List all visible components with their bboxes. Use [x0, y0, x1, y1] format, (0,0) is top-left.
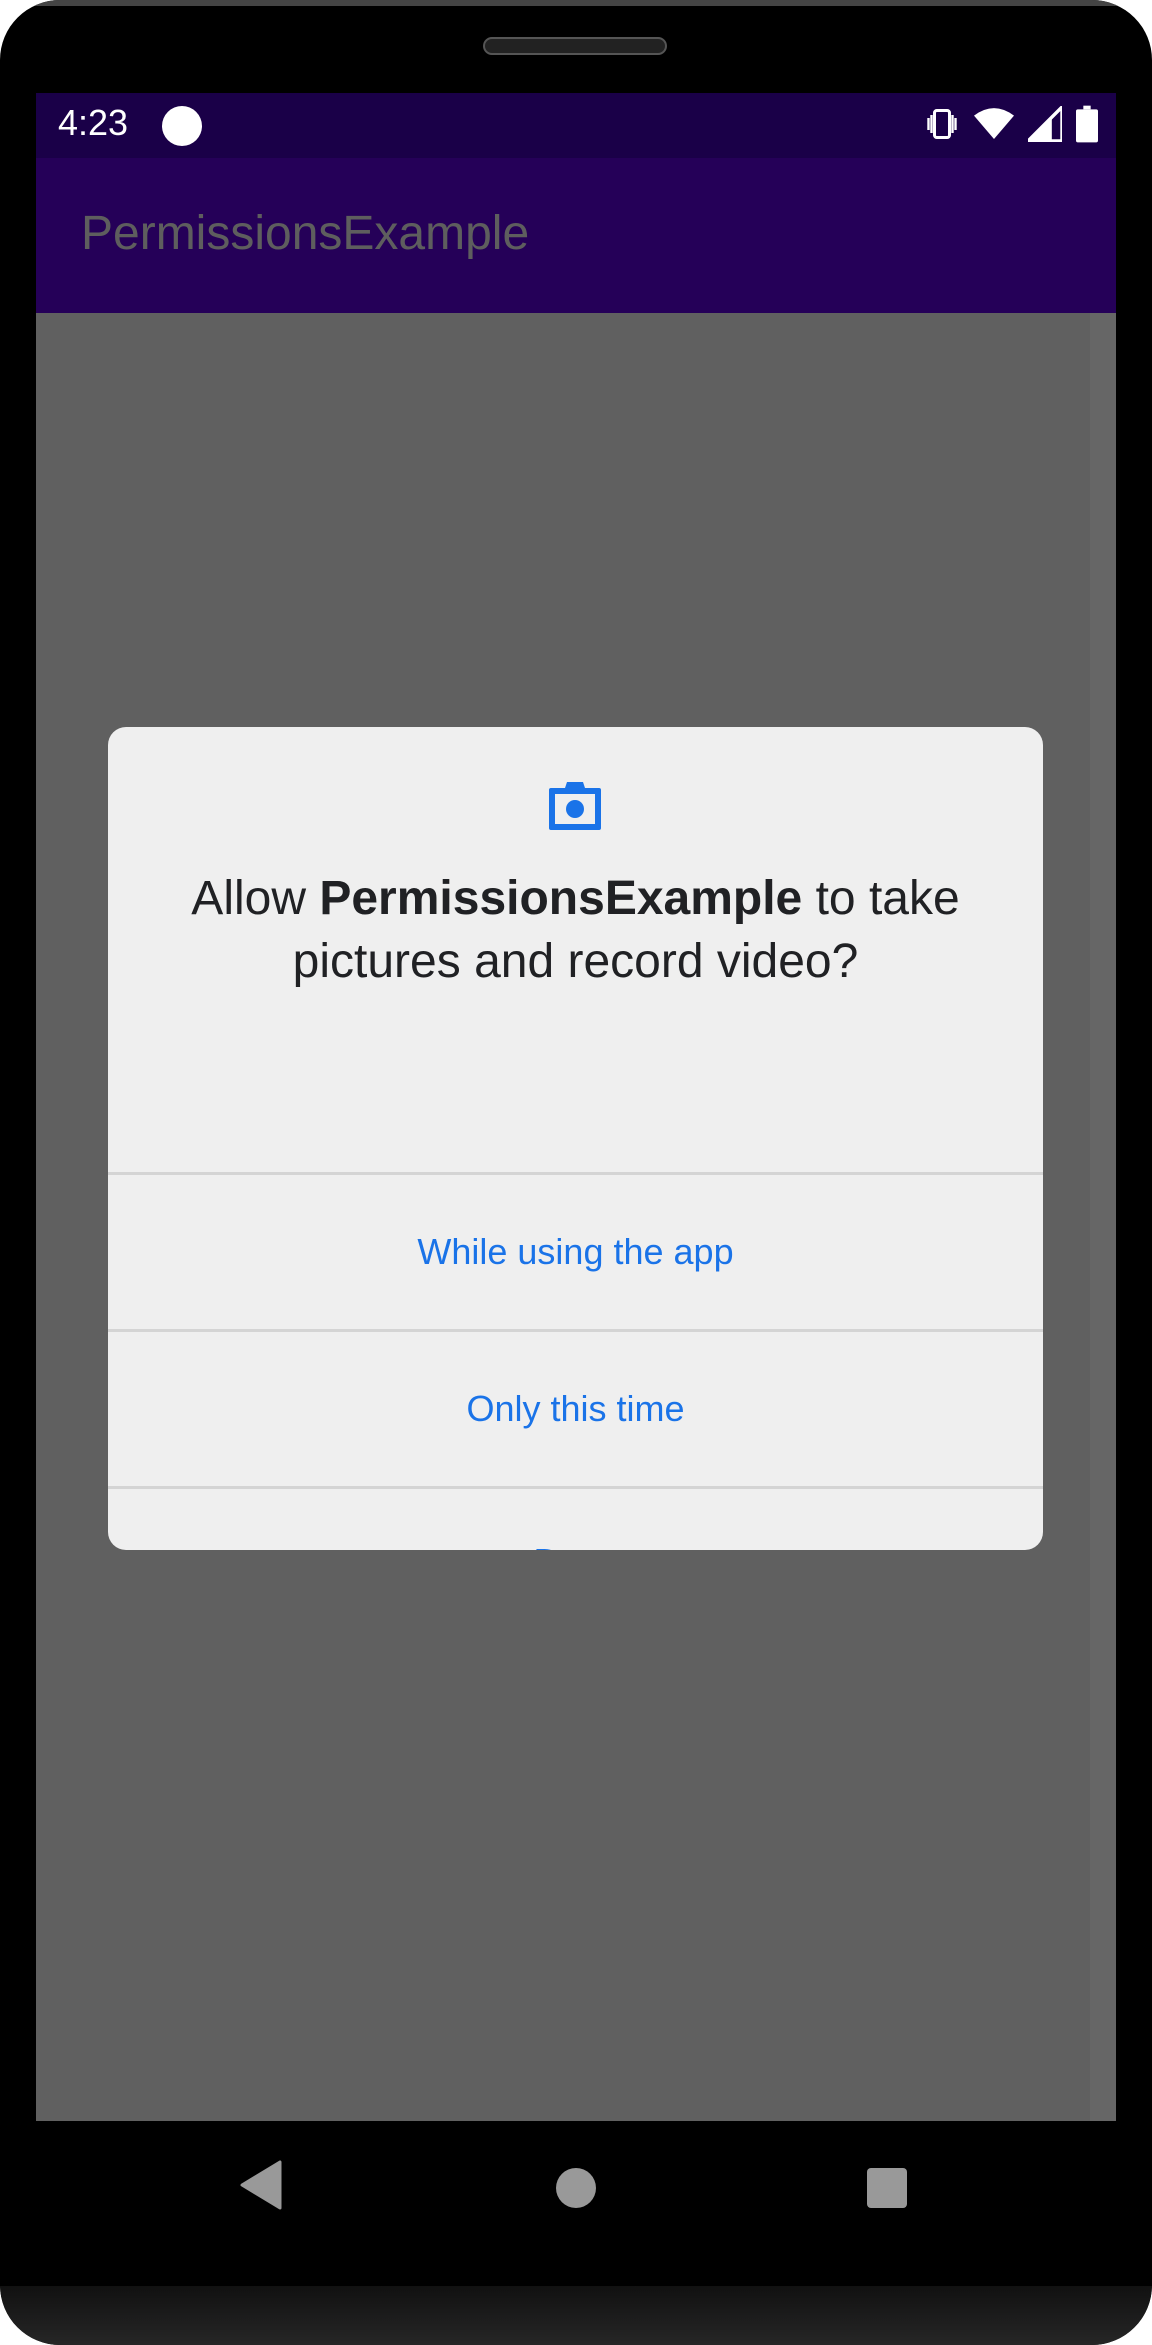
only-this-time-button[interactable]: Only this time [108, 1329, 1043, 1486]
camera-icon [549, 782, 601, 830]
notification-dot-icon [162, 106, 202, 146]
scrim-edge [1090, 313, 1116, 2121]
dialog-title: Allow PermissionsExample to take picture… [108, 867, 1043, 993]
wifi-icon [974, 108, 1014, 139]
title-app-name: PermissionsExample [319, 872, 803, 925]
battery-icon [1076, 105, 1098, 143]
device-chin [0, 2286, 1152, 2345]
while-using-app-button[interactable]: While using the app [108, 1172, 1043, 1329]
device-edge [0, 0, 1152, 20]
deny-button[interactable]: Deny [108, 1486, 1043, 1550]
screen: 4:23 PermissionsExample Allow Permission… [36, 93, 1116, 2121]
app-title: PermissionsExample [81, 207, 530, 260]
recents-icon[interactable] [866, 2167, 908, 2209]
title-prefix: Allow [191, 872, 320, 925]
cell-signal-icon [1028, 106, 1062, 142]
device-frame: 4:23 PermissionsExample Allow Permission… [0, 0, 1152, 2345]
home-icon[interactable] [555, 2167, 597, 2209]
back-icon[interactable] [240, 2160, 282, 2210]
vibrate-icon [927, 109, 957, 139]
status-bar: 4:23 [36, 93, 1116, 158]
app-bar: PermissionsExample [36, 158, 1116, 313]
permission-dialog: Allow PermissionsExample to take picture… [108, 727, 1043, 1550]
earpiece-speaker [483, 37, 667, 55]
status-time: 4:23 [58, 102, 129, 143]
